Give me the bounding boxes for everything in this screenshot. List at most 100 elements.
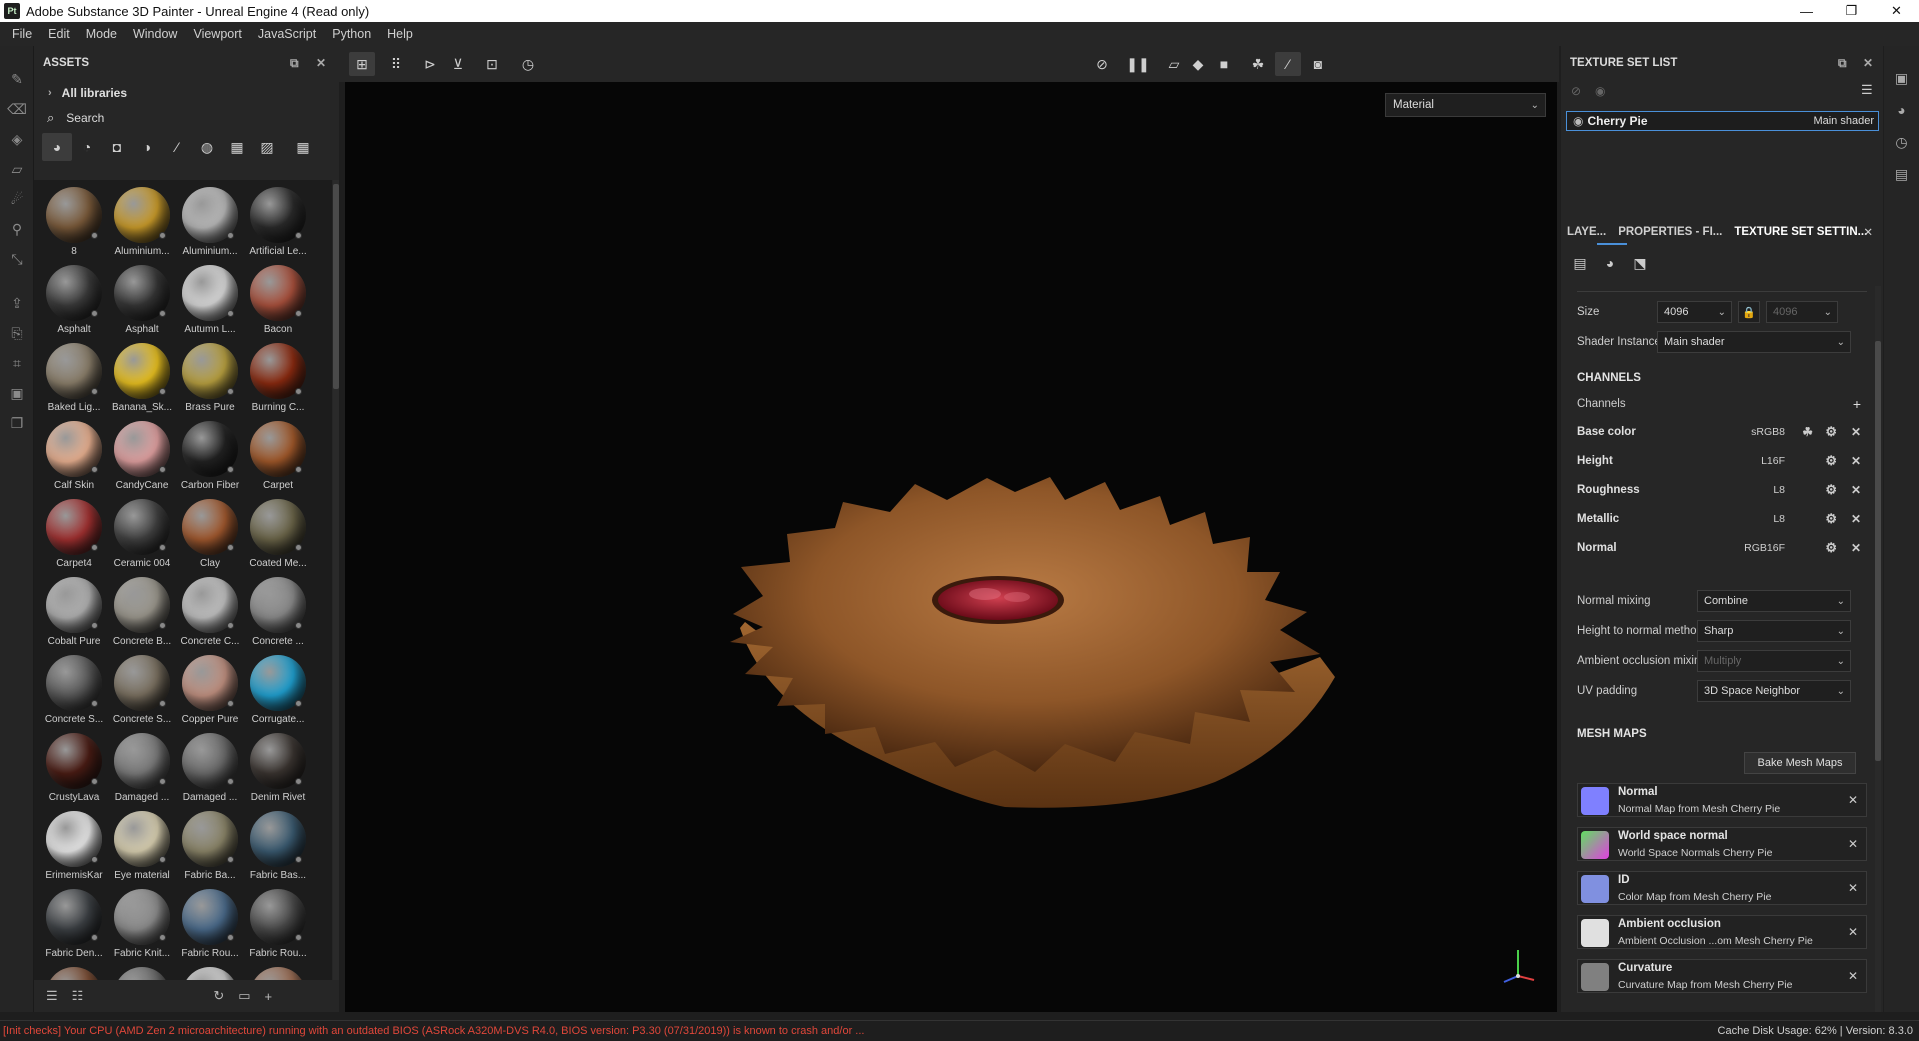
export-icon[interactable]: ⇪: [0, 288, 34, 318]
texture-set-icon[interactable]: ▤: [1565, 250, 1595, 276]
remove-map-icon[interactable]: ✕: [1848, 969, 1858, 983]
shader-icon[interactable]: ☘: [1245, 52, 1271, 76]
material-thumbnail[interactable]: Concrete S...: [40, 652, 108, 730]
channel-format[interactable]: L16F: [1761, 455, 1785, 467]
minimize-button[interactable]: —: [1784, 0, 1829, 22]
3d-viewport[interactable]: [345, 82, 1557, 1012]
menu-window[interactable]: Window: [125, 27, 185, 41]
material-thumbnail[interactable]: Carpet: [244, 418, 312, 496]
add-asset-icon[interactable]: +: [265, 989, 273, 1004]
material-thumbnail[interactable]: Asphalt: [108, 262, 176, 340]
history-icon[interactable]: ◷: [515, 52, 541, 76]
channel-settings-icon[interactable]: ⚙: [1825, 424, 1837, 440]
log-icon[interactable]: ▤: [1884, 158, 1919, 190]
close-panel-icon[interactable]: ✕: [1863, 56, 1873, 70]
material-thumbnail[interactable]: Copper Pure: [176, 652, 244, 730]
material-thumbnail[interactable]: Coated Me...: [244, 496, 312, 574]
material-thumbnail[interactable]: Burning C...: [244, 340, 312, 418]
channel-settings-icon[interactable]: ⚙: [1825, 482, 1837, 498]
material-thumbnail[interactable]: Fabric Rou...: [176, 886, 244, 964]
undock-icon[interactable]: ⧉: [290, 56, 299, 71]
material-thumbnail[interactable]: Banana_Sk...: [108, 340, 176, 418]
filter-smart-materials-icon[interactable]: ◔: [72, 133, 102, 161]
material-thumbnail[interactable]: Calf Skin: [40, 418, 108, 496]
mesh-map-item[interactable]: Ambient occlusion Ambient Occlusion ...o…: [1577, 915, 1867, 949]
sort-icon[interactable]: ☷: [72, 988, 84, 1004]
channel-format[interactable]: sRGB8: [1751, 426, 1785, 438]
material-sphere-icon[interactable]: ◕: [1595, 250, 1625, 276]
history-icon[interactable]: ◷: [1884, 126, 1919, 158]
mesh-map-item[interactable]: Curvature Curvature Map from Mesh Cherry…: [1577, 959, 1867, 993]
undock-icon[interactable]: ⧉: [1838, 56, 1847, 71]
refresh-icon[interactable]: ↻: [213, 988, 224, 1004]
material-thumbnail[interactable]: ErimemisKar: [40, 808, 108, 886]
add-channel-icon[interactable]: +: [1853, 396, 1861, 412]
material-thumbnail[interactable]: Autumn L...: [176, 262, 244, 340]
maximize-button[interactable]: ❐: [1829, 0, 1874, 22]
tile-grid-icon[interactable]: ⠿: [383, 52, 409, 76]
material-thumbnail[interactable]: CrustyLava: [40, 730, 108, 808]
material-thumbnail[interactable]: Damaged ...: [176, 730, 244, 808]
remove-channel-icon[interactable]: ✕: [1851, 454, 1861, 468]
folder-icon[interactable]: ▭: [238, 988, 250, 1004]
symmetry-grid-icon[interactable]: ⊞: [349, 52, 375, 76]
tab-texture-set-settings[interactable]: TEXTURE SET SETTIN...: [1728, 226, 1873, 238]
channel-settings-icon[interactable]: ⚙: [1825, 511, 1837, 527]
remove-map-icon[interactable]: ✕: [1848, 793, 1858, 807]
material-thumbnail[interactable]: Fabric Rou...: [244, 886, 312, 964]
material-thumbnail[interactable]: Fabric Knit...: [108, 886, 176, 964]
assets-scrollbar[interactable]: [333, 180, 339, 980]
remove-map-icon[interactable]: ✕: [1848, 881, 1858, 895]
comment-icon[interactable]: ▣: [1884, 62, 1919, 94]
menu-javascript[interactable]: JavaScript: [250, 27, 324, 41]
remove-channel-icon[interactable]: ✕: [1851, 425, 1861, 439]
filter-brushes-icon[interactable]: ⁄: [162, 133, 192, 161]
filter-generators-icon[interactable]: ◑: [132, 133, 162, 161]
menu-file[interactable]: File: [4, 27, 40, 41]
material-thumbnail[interactable]: Carpet4: [40, 496, 108, 574]
scroll-thumb[interactable]: [1875, 341, 1881, 761]
grid-view-icon[interactable]: ▦: [288, 133, 318, 161]
filter-textures-icon[interactable]: ▦: [222, 133, 252, 161]
color-picker-icon[interactable]: ⤡: [0, 244, 34, 274]
pause-icon[interactable]: ❚❚: [1125, 52, 1151, 76]
screenshot-icon[interactable]: ◙: [1305, 52, 1331, 76]
menu-help[interactable]: Help: [379, 27, 421, 41]
mesh-map-item[interactable]: Normal Normal Map from Mesh Cherry Pie ✕: [1577, 783, 1867, 817]
eye-icon[interactable]: ◉: [1595, 84, 1605, 98]
bake-mesh-maps-button[interactable]: Bake Mesh Maps: [1744, 752, 1856, 774]
material-thumbnail[interactable]: Concrete C...: [176, 574, 244, 652]
projection-icon[interactable]: ◈: [0, 124, 34, 154]
remove-map-icon[interactable]: ✕: [1848, 925, 1858, 939]
material-thumbnail[interactable]: [40, 964, 108, 980]
texture-set-row[interactable]: ◉ Cherry Pie Main shader: [1566, 111, 1879, 131]
material-thumbnail[interactable]: Fabric Ba...: [176, 808, 244, 886]
material-thumbnail[interactable]: Ceramic 004: [108, 496, 176, 574]
material-thumbnail[interactable]: Concrete ...: [244, 574, 312, 652]
menu-edit[interactable]: Edit: [40, 27, 78, 41]
channel-settings-icon[interactable]: ⚙: [1825, 453, 1837, 469]
menu-mode[interactable]: Mode: [78, 27, 125, 41]
material-thumbnail[interactable]: Carbon Fiber: [176, 418, 244, 496]
close-button[interactable]: ✕: [1874, 0, 1919, 22]
uv-icon[interactable]: ⌗: [0, 348, 34, 378]
normal-mixing-select[interactable]: Combine ⌄: [1697, 590, 1851, 612]
status-error-message[interactable]: [Init checks] Your CPU (AMD Zen 2 microa…: [0, 1025, 864, 1037]
search-input[interactable]: ⌕ Search: [34, 106, 339, 130]
library-breadcrumb[interactable]: › All libraries: [34, 80, 339, 106]
plugin-icon[interactable]: ❐: [0, 408, 34, 438]
display-settings-icon[interactable]: ◕: [1884, 94, 1919, 126]
menu-python[interactable]: Python: [324, 27, 379, 41]
height-to-normal-select[interactable]: Sharp ⌄: [1697, 620, 1851, 642]
channel-format[interactable]: L8: [1773, 484, 1785, 496]
filter-alphas-icon[interactable]: ◍: [192, 133, 222, 161]
remove-channel-icon[interactable]: ✕: [1851, 483, 1861, 497]
menu-viewport[interactable]: Viewport: [185, 27, 249, 41]
filter-materials-icon[interactable]: ◕: [42, 133, 72, 161]
remove-channel-icon[interactable]: ✕: [1851, 541, 1861, 555]
srgb-icon[interactable]: ☘: [1802, 425, 1813, 439]
shader-instance-select[interactable]: Main shader ⌄: [1657, 331, 1851, 353]
material-thumbnail[interactable]: [244, 964, 312, 980]
lock-toggle[interactable]: 🔒: [1738, 301, 1760, 323]
camera-icon[interactable]: ■: [1211, 52, 1237, 76]
